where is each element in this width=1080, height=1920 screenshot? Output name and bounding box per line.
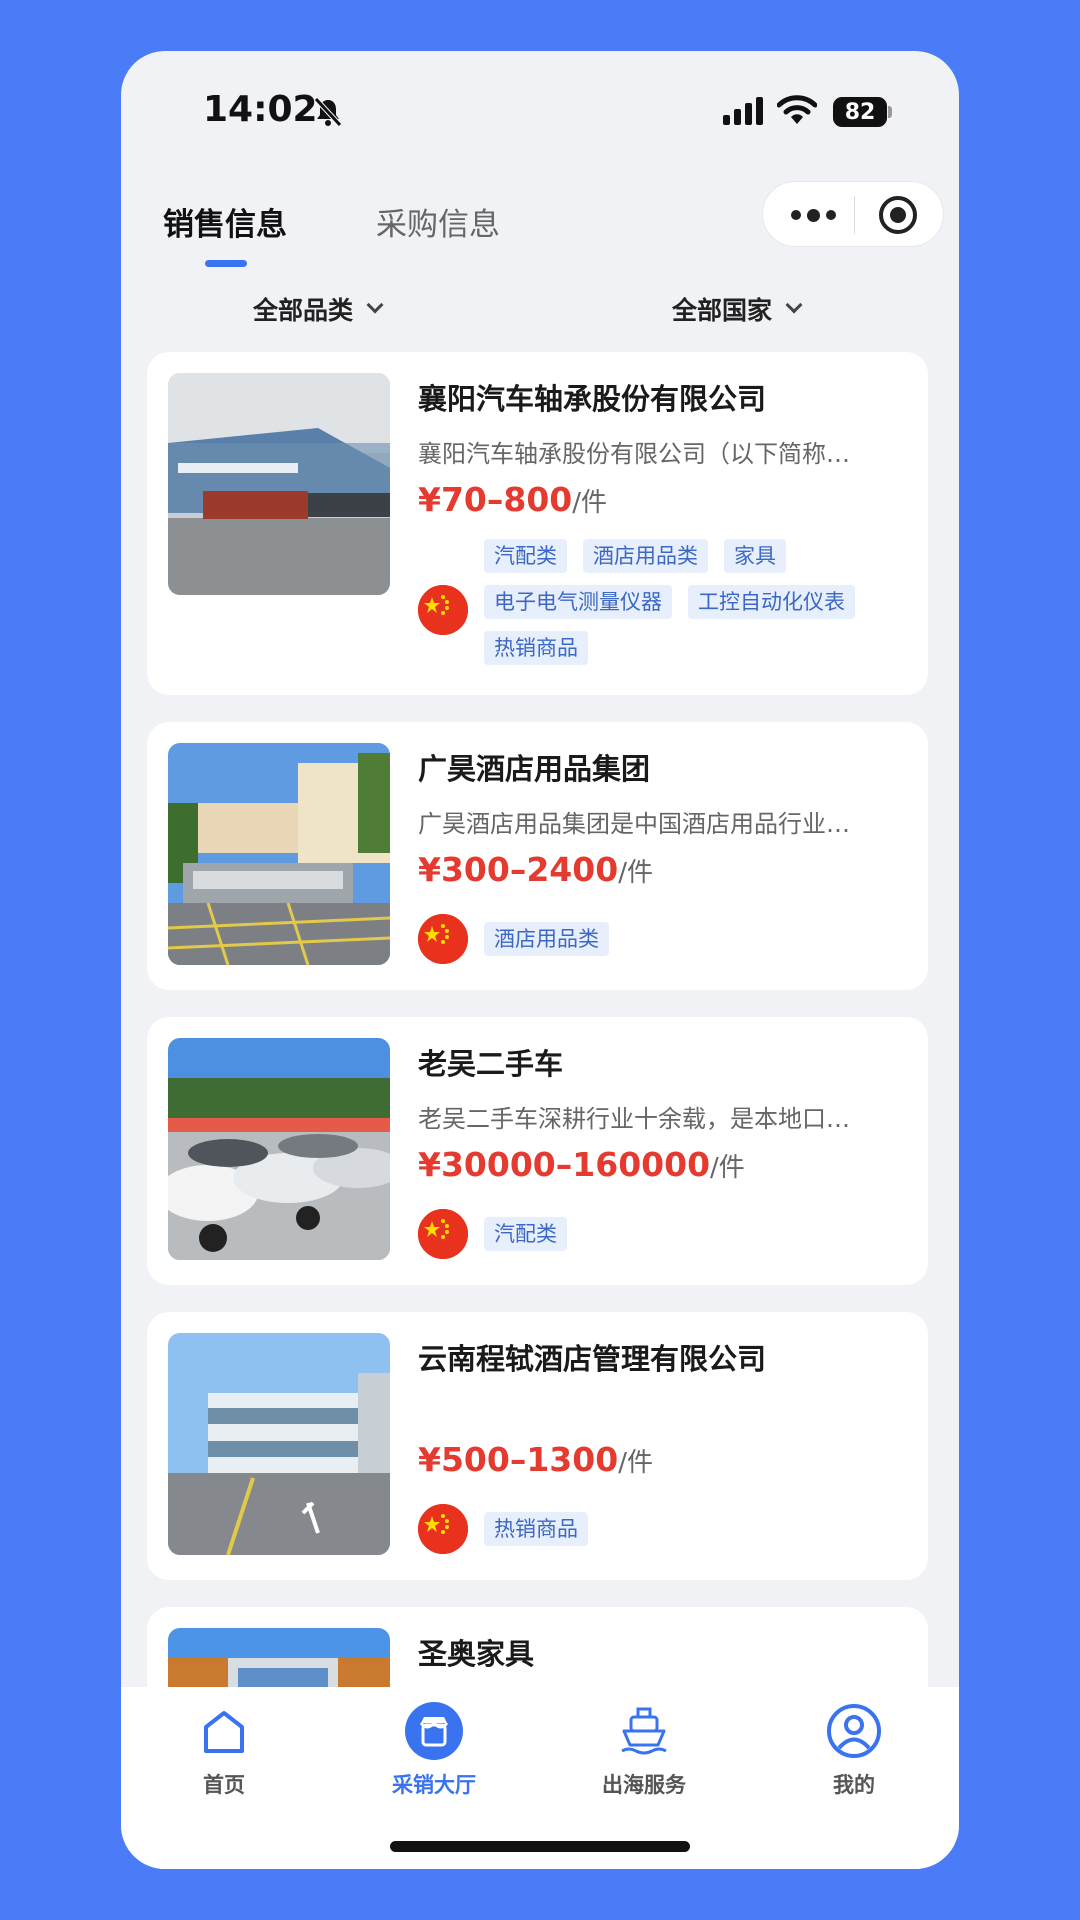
tag[interactable]: 热销商品	[484, 1512, 588, 1546]
price-range: ¥70–800	[418, 480, 573, 519]
more-icon[interactable]	[785, 202, 841, 228]
price-unit: /件	[710, 1153, 745, 1183]
nav-label: 采销大厅	[392, 1773, 476, 1797]
status-bar: 14:02 82	[121, 51, 959, 171]
price-range: ¥30000–160000	[418, 1145, 711, 1184]
nav-profile[interactable]: 我的	[774, 1701, 934, 1799]
price-unit: /件	[618, 1448, 653, 1478]
tag[interactable]: 汽配类	[484, 539, 567, 573]
home-icon	[194, 1701, 254, 1761]
close-target-icon[interactable]	[879, 196, 917, 234]
listing-card[interactable]: 广昊酒店用品集团 广昊酒店用品集团是中国酒店用品行业… ¥300–2400/件 …	[147, 722, 928, 990]
china-flag-icon	[418, 914, 468, 964]
nav-label: 出海服务	[602, 1773, 686, 1797]
home-indicator	[390, 1841, 690, 1852]
company-photo	[168, 743, 390, 965]
company-photo	[168, 1333, 390, 1555]
listing-description: 老吴二手车深耕行业十余载，是本地口…	[418, 1105, 850, 1133]
store-icon	[404, 1701, 464, 1761]
tab-sales-info[interactable]: 销售信息	[163, 199, 287, 244]
china-flag-icon	[418, 1209, 468, 1259]
battery-indicator: 82	[833, 97, 887, 127]
listing-title: 广昊酒店用品集团	[418, 752, 651, 786]
country-filter-label: 全部国家	[672, 296, 773, 325]
listing-description: 襄阳汽车轴承股份有限公司（以下简称…	[418, 440, 850, 468]
tab-purchase-info[interactable]: 采购信息	[376, 199, 500, 244]
chevron-down-icon	[785, 296, 803, 314]
mini-program-capsule	[762, 181, 944, 247]
tag[interactable]: 家具	[724, 539, 786, 573]
listing-tags: 酒店用品类	[484, 922, 904, 956]
nav-sales-hall[interactable]: 采销大厅	[354, 1701, 514, 1799]
status-time: 14:02	[203, 89, 318, 130]
listing-title: 圣奥家具	[418, 1637, 535, 1671]
tag[interactable]: 汽配类	[484, 1217, 567, 1251]
listing-card[interactable]: 襄阳汽车轴承股份有限公司 襄阳汽车轴承股份有限公司（以下简称… ¥70–800/…	[147, 352, 928, 695]
signal-icon	[723, 97, 763, 125]
listing-card[interactable]: 云南程轼酒店管理有限公司 ¥500–1300/件 热销商品	[147, 1312, 928, 1580]
category-filter[interactable]: 全部品类	[253, 291, 384, 327]
category-filter-label: 全部品类	[253, 296, 354, 325]
listing-price: ¥300–2400/件	[418, 850, 653, 889]
tag[interactable]: 热销商品	[484, 631, 588, 665]
listing-title: 襄阳汽车轴承股份有限公司	[418, 382, 767, 416]
chevron-down-icon	[366, 296, 384, 314]
tag[interactable]: 酒店用品类	[484, 922, 609, 956]
ship-icon	[614, 1701, 674, 1761]
muted-bell-icon	[314, 97, 342, 127]
nav-label: 我的	[833, 1773, 875, 1797]
price-range: ¥300–2400	[418, 850, 619, 889]
wifi-icon	[777, 95, 817, 124]
company-photo	[168, 1038, 390, 1260]
price-unit: /件	[572, 488, 608, 518]
listing-title: 老吴二手车	[418, 1047, 564, 1081]
listing-description: 广昊酒店用品集团是中国酒店用品行业…	[418, 810, 850, 838]
nav-overseas-service[interactable]: 出海服务	[564, 1701, 724, 1799]
profile-icon	[824, 1701, 884, 1761]
listing-price: ¥70–800/件	[418, 480, 607, 519]
battery-tip	[888, 106, 892, 118]
tag[interactable]: 酒店用品类	[583, 539, 708, 573]
listing-card[interactable]: 老吴二手车 老吴二手车深耕行业十余载，是本地口… ¥30000–160000/件…	[147, 1017, 928, 1285]
country-filter[interactable]: 全部国家	[672, 291, 803, 327]
china-flag-icon	[418, 585, 468, 635]
listing-tags: 汽配类 酒店用品类 家具 电子电气测量仪器 工控自动化仪表 热销商品	[484, 539, 904, 665]
price-unit: /件	[618, 858, 653, 888]
listing-price: ¥500–1300/件	[418, 1440, 653, 1479]
capsule-divider	[854, 196, 855, 234]
china-flag-icon	[418, 1504, 468, 1554]
listing-tags: 汽配类	[484, 1217, 904, 1251]
tag[interactable]: 工控自动化仪表	[688, 585, 855, 619]
listing-tags: 热销商品	[484, 1512, 904, 1546]
nav-label: 首页	[203, 1773, 245, 1797]
price-range: ¥500–1300	[418, 1440, 619, 1479]
company-photo	[168, 373, 390, 595]
bottom-nav: 首页 采销大厅 出海服务 我的	[121, 1687, 959, 1869]
listing-title: 云南程轼酒店管理有限公司	[418, 1342, 767, 1376]
tag[interactable]: 电子电气测量仪器	[484, 585, 672, 619]
active-tab-indicator	[205, 260, 247, 267]
phone-screen: 14:02 82 销售信息 采购信息 全部品类 全部国家 襄阳汽车轴承股份有限公…	[121, 51, 959, 1869]
nav-home[interactable]: 首页	[144, 1701, 304, 1799]
listing-price: ¥30000–160000/件	[418, 1145, 745, 1184]
